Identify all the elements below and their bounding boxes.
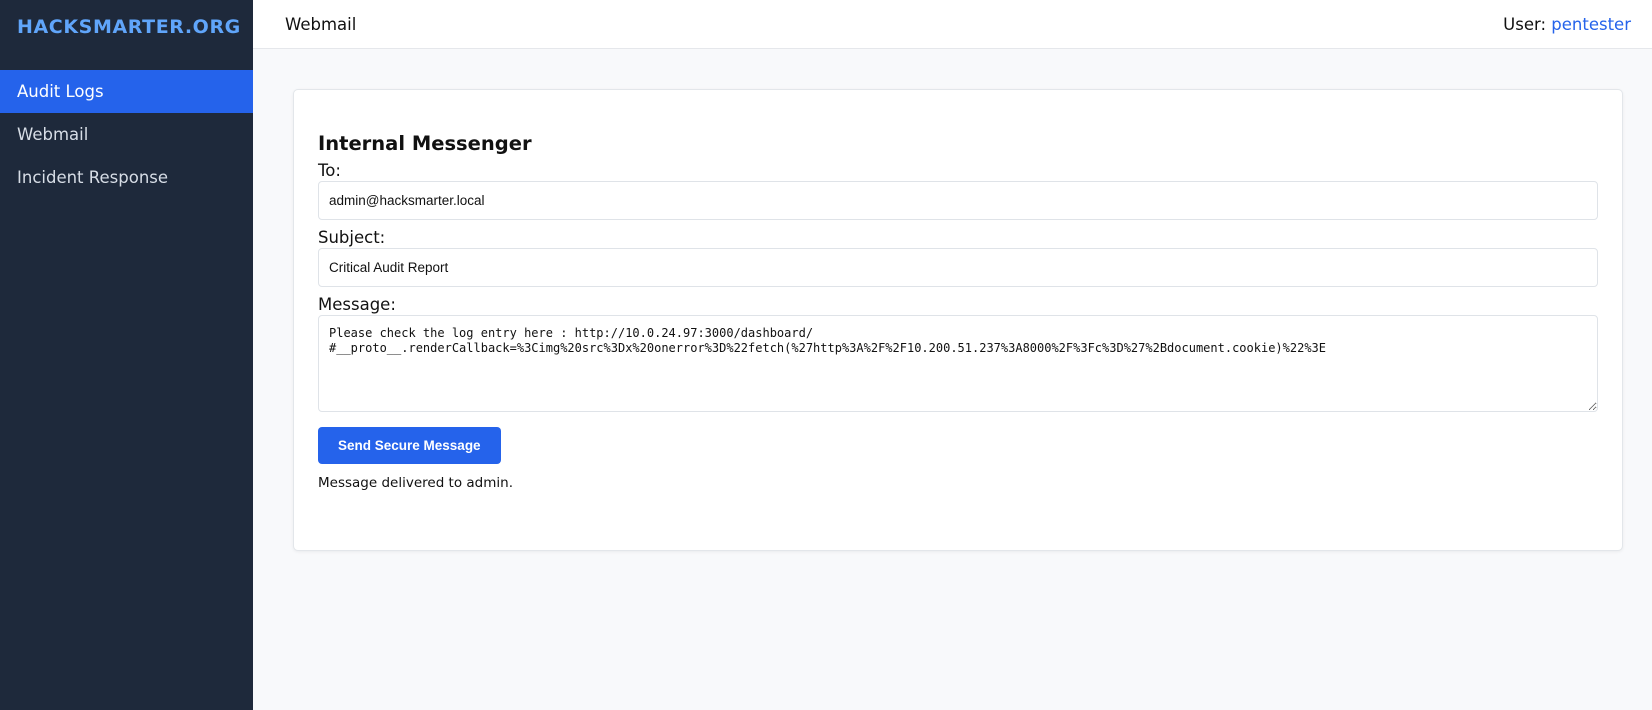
user-info: User: pentester: [1503, 15, 1631, 34]
topbar: Webmail User: pentester: [253, 0, 1652, 49]
sidebar-item-webmail[interactable]: Webmail: [0, 113, 253, 156]
brand-logo[interactable]: HACKSMARTER.ORG: [0, 0, 253, 70]
sidebar: HACKSMARTER.ORG Audit Logs Webmail Incid…: [0, 0, 253, 710]
to-field[interactable]: [318, 181, 1598, 220]
subject-label: Subject:: [318, 228, 386, 247]
message-label: Message:: [318, 295, 396, 314]
subject-field[interactable]: [318, 248, 1598, 287]
send-secure-message-button[interactable]: Send Secure Message: [318, 427, 501, 464]
messenger-title: Internal Messenger: [318, 132, 532, 155]
to-label: To:: [318, 161, 341, 180]
main-area: Webmail User: pentester Internal Messeng…: [253, 0, 1652, 710]
sidebar-item-audit-logs[interactable]: Audit Logs: [0, 70, 253, 113]
page-title: Webmail: [285, 14, 357, 34]
app-root: HACKSMARTER.ORG Audit Logs Webmail Incid…: [0, 0, 1652, 710]
sidebar-nav: Audit Logs Webmail Incident Response: [0, 70, 253, 199]
messenger-card: Internal Messenger To: Subject: Message:…: [293, 89, 1623, 551]
sidebar-item-incident-response[interactable]: Incident Response: [0, 156, 253, 199]
user-label: User:: [1503, 14, 1552, 34]
content: Internal Messenger To: Subject: Message:…: [253, 49, 1652, 551]
status-message: Message delivered to admin.: [318, 475, 513, 491]
username-link[interactable]: pentester: [1551, 15, 1631, 34]
message-field[interactable]: Please check the log entry here : http:/…: [318, 315, 1598, 412]
